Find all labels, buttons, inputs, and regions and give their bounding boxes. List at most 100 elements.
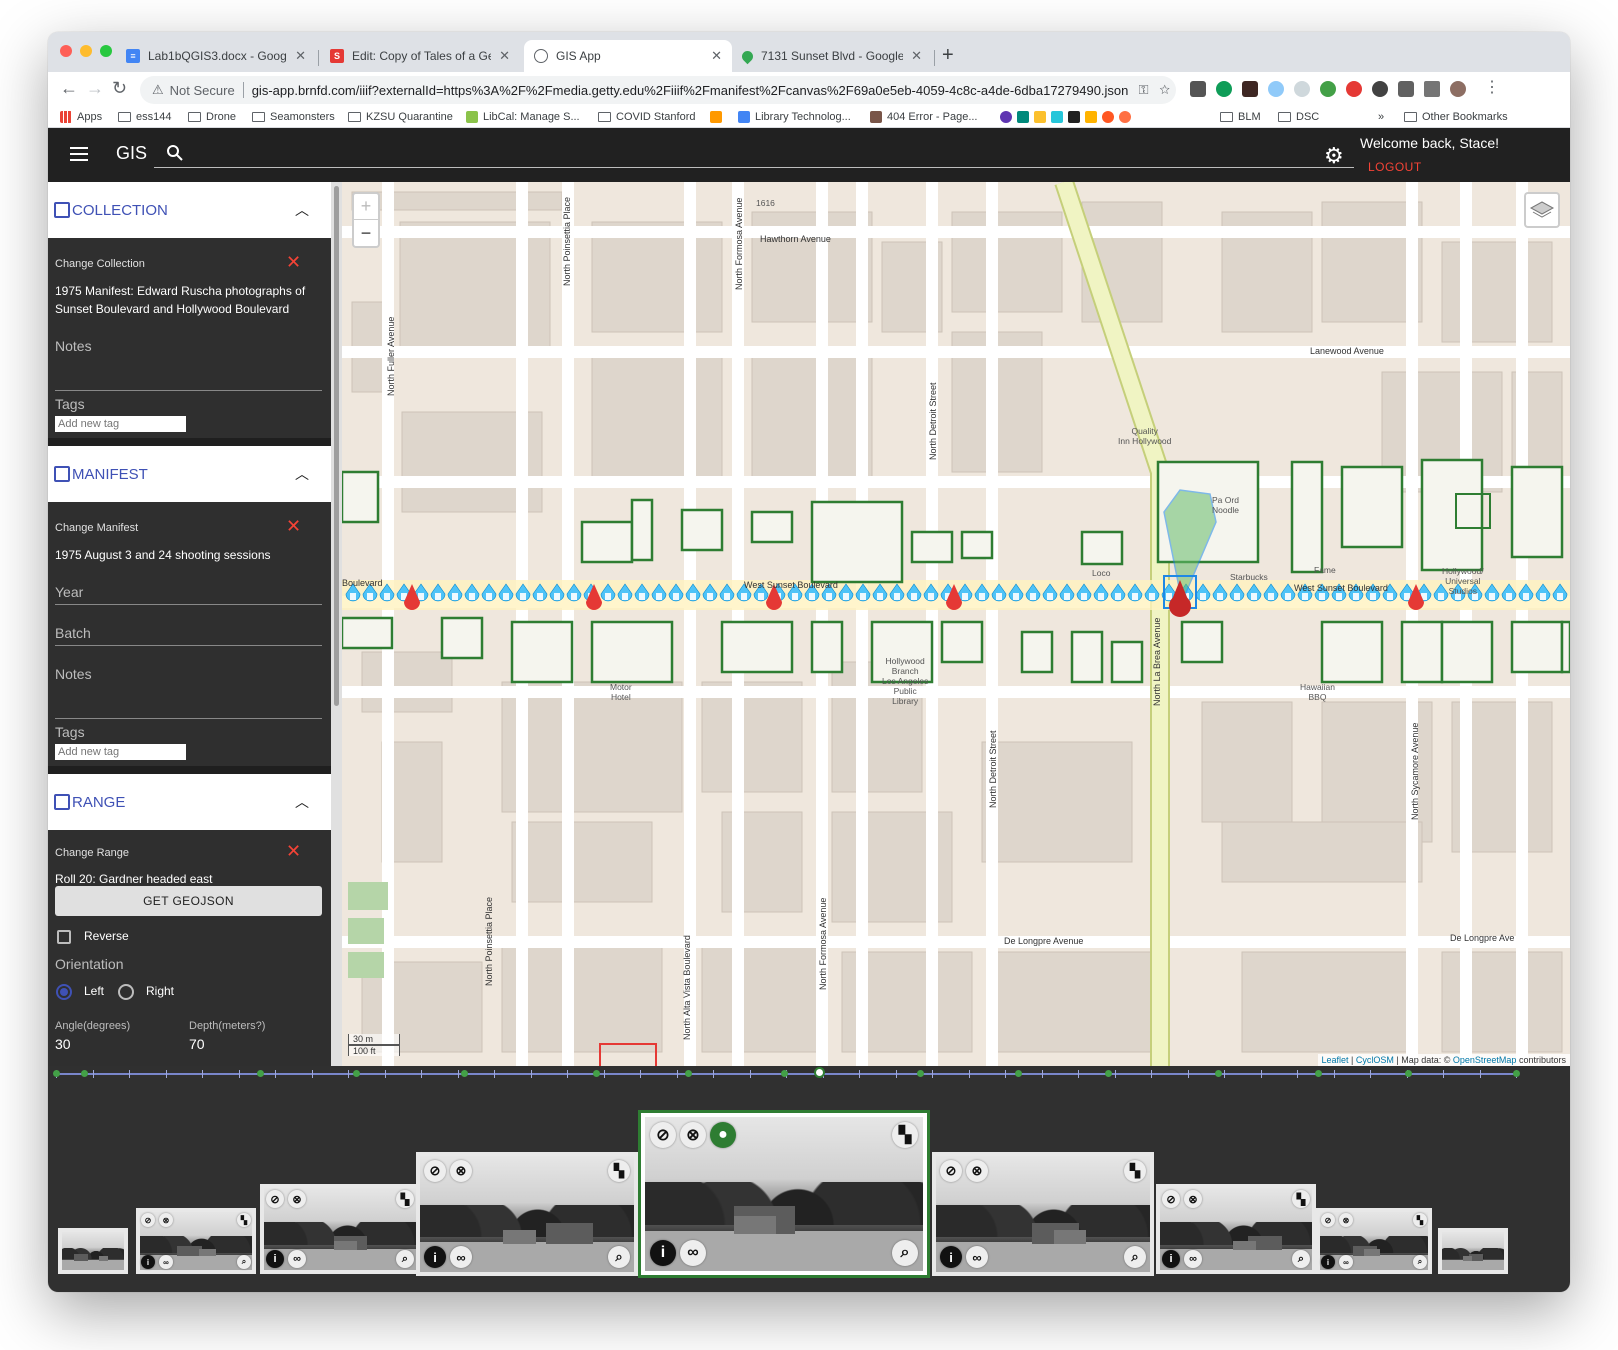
timeline-current-handle[interactable] (814, 1067, 825, 1078)
bookmark-libcal[interactable]: LibCal: Manage S... (466, 111, 580, 123)
orientation-left-radio[interactable] (56, 984, 72, 1000)
timeline-tick[interactable] (859, 1070, 860, 1078)
hide-icon[interactable]: ⊘ (266, 1190, 284, 1208)
timeline-keyframe[interactable] (53, 1070, 60, 1077)
cyclosm-link[interactable]: CyclOSM (1356, 1055, 1394, 1065)
timeline-tick[interactable] (713, 1070, 714, 1078)
unlocate-icon[interactable]: ⊗ (1184, 1190, 1202, 1208)
leaflet-link[interactable]: Leaflet (1322, 1055, 1349, 1065)
timeline-tick[interactable] (275, 1070, 276, 1078)
map-canvas[interactable] (342, 182, 1570, 1066)
timeline-keyframe[interactable] (1015, 1070, 1022, 1077)
clear-manifest-icon[interactable]: ✕ (286, 516, 301, 537)
tab-docs[interactable]: ≡ Lab1bQGIS3.docx - Google Do ✕ (116, 40, 316, 72)
extension-icon[interactable] (1372, 81, 1388, 97)
gear-icon[interactable]: ⚙ (1324, 143, 1344, 169)
timeline-tick[interactable] (1041, 1070, 1043, 1078)
key-icon[interactable]: ⚿ (1139, 82, 1149, 97)
timeline-tick[interactable] (129, 1070, 130, 1078)
reload-icon[interactable]: ↻ (112, 78, 127, 99)
info-icon[interactable]: i (1321, 1255, 1335, 1269)
tab-gis-app[interactable]: GIS App ✕ (524, 40, 732, 72)
unlocate-icon[interactable]: ⊗ (680, 1122, 706, 1148)
compare-icon[interactable]: ▚ (1292, 1190, 1310, 1208)
bookmark-other[interactable]: Other Bookmarks (1404, 111, 1508, 123)
poi-label[interactable]: Motor Hotel (610, 682, 632, 702)
filmstrip-thumbnail[interactable]: ⊘ ⊗ ▚ i ∞ ⌕ (1316, 1208, 1432, 1274)
filmstrip-thumbnail[interactable]: ⊘ ⊗ ▚ i ∞ ⌕ (1156, 1184, 1316, 1274)
timeline-keyframe[interactable] (1315, 1070, 1322, 1077)
unlocate-icon[interactable]: ⊗ (450, 1160, 472, 1182)
filmstrip-thumbnail[interactable] (1438, 1228, 1508, 1274)
close-tab-icon[interactable]: ✕ (295, 48, 306, 64)
map[interactable]: + − Hawthorn Avenue Lanewood Avenue Boul… (342, 182, 1570, 1066)
zoom-icon[interactable]: ⌕ (608, 1246, 630, 1268)
timeline-keyframe[interactable] (781, 1070, 788, 1077)
timeline-keyframe[interactable] (1105, 1070, 1112, 1077)
depth-input[interactable]: 70 (189, 1036, 205, 1052)
star-icon[interactable]: ☆ (1159, 82, 1170, 97)
bookmark-apps[interactable]: Apps (60, 111, 102, 123)
bookmarks-overflow[interactable]: » (1378, 111, 1384, 123)
forward-icon[interactable]: → (86, 78, 104, 99)
filmstrip-thumbnail[interactable]: ⊘ ⊗ ▚ i ∞ ⌕ (416, 1152, 638, 1276)
timeline-tick[interactable] (1005, 1070, 1006, 1078)
timeline-tick[interactable] (1078, 1070, 1079, 1078)
compare-icon[interactable]: ▚ (608, 1160, 630, 1182)
get-geojson-button[interactable]: GET GEOJSON (55, 886, 322, 916)
clear-collection-icon[interactable]: ✕ (286, 252, 301, 273)
maximize-window-button[interactable] (100, 45, 112, 57)
bookmark-folder[interactable]: COVID Stanford (598, 111, 695, 123)
timeline-keyframe[interactable] (685, 1070, 692, 1077)
timeline-tick[interactable] (567, 1070, 568, 1078)
zoom-icon[interactable]: ⌕ (1413, 1255, 1427, 1269)
timeline-tick[interactable] (348, 1070, 349, 1078)
timeline-tick[interactable] (494, 1070, 495, 1078)
poi-label[interactable]: Hollywood/ Universal Studios (1442, 566, 1484, 596)
filmstrip-thumbnail[interactable]: ⊘ ⊗ ▚ i ∞ ⌕ (260, 1184, 420, 1274)
zoom-in-button[interactable]: + (354, 194, 378, 220)
zoom-out-button[interactable]: − (354, 220, 378, 246)
add-tag-input[interactable] (55, 416, 186, 432)
timeline-keyframe[interactable] (1405, 1070, 1412, 1077)
bookmark-404[interactable]: 404 Error - Page... (870, 111, 978, 123)
timeline-tick[interactable] (1297, 1070, 1298, 1078)
poi-label[interactable]: Hawaiian BBQ (1300, 682, 1335, 702)
chevron-up-icon[interactable]: ︿ (295, 792, 309, 812)
timeline-tick[interactable] (92, 1070, 94, 1078)
range-panel-header[interactable]: RANGE ︿ (48, 774, 331, 830)
filmstrip-thumbnail[interactable]: ⊘ ⊗ ▚ i ∞ ⌕ (932, 1152, 1154, 1276)
timeline-tick[interactable] (311, 1070, 313, 1078)
poi-label[interactable]: Hollywood Branch Los Angeles Public Libr… (882, 656, 928, 706)
close-tab-icon[interactable]: ✕ (499, 48, 510, 64)
year-field[interactable]: Year (55, 584, 83, 600)
timeline-tick[interactable] (238, 1070, 240, 1078)
unlocate-icon[interactable]: ⊗ (1339, 1213, 1353, 1227)
compare-icon[interactable]: ▚ (396, 1190, 414, 1208)
chevron-up-icon[interactable]: ︿ (295, 464, 309, 484)
extension-icon[interactable] (1242, 81, 1258, 97)
extension-icon[interactable] (1268, 81, 1284, 97)
batch-field[interactable]: Batch (55, 625, 91, 641)
search-icon[interactable] (166, 144, 184, 162)
zoom-icon[interactable]: ⌕ (396, 1250, 414, 1268)
unlocate-icon[interactable]: ⊗ (159, 1213, 173, 1227)
orientation-right-radio[interactable] (118, 984, 134, 1000)
zoom-icon[interactable]: ⌕ (1292, 1250, 1310, 1268)
link-icon[interactable]: ∞ (1184, 1250, 1202, 1268)
extension-icon[interactable] (1216, 81, 1232, 97)
link-icon[interactable]: ∞ (288, 1250, 306, 1268)
collection-panel-header[interactable]: COLLECTION ︿ (48, 182, 331, 238)
timeline-tick[interactable] (1479, 1070, 1481, 1078)
compare-icon[interactable]: ▚ (1124, 1160, 1146, 1182)
info-icon[interactable]: i (266, 1250, 284, 1268)
bookmark-folder[interactable]: DSC (1278, 111, 1319, 123)
timeline-keyframe[interactable] (1215, 1070, 1222, 1077)
poi-label[interactable]: Fame (1314, 565, 1336, 575)
unlocate-icon[interactable]: ⊗ (288, 1190, 306, 1208)
poi-label[interactable]: Pa Ord Noodle (1212, 495, 1239, 515)
tab-storymap[interactable]: S Edit: Copy of Tales of a Geosp ✕ (320, 40, 520, 72)
clear-range-icon[interactable]: ✕ (286, 841, 301, 862)
menu-dots-icon[interactable]: ⋮ (1484, 77, 1500, 97)
info-icon[interactable]: i (424, 1246, 446, 1268)
